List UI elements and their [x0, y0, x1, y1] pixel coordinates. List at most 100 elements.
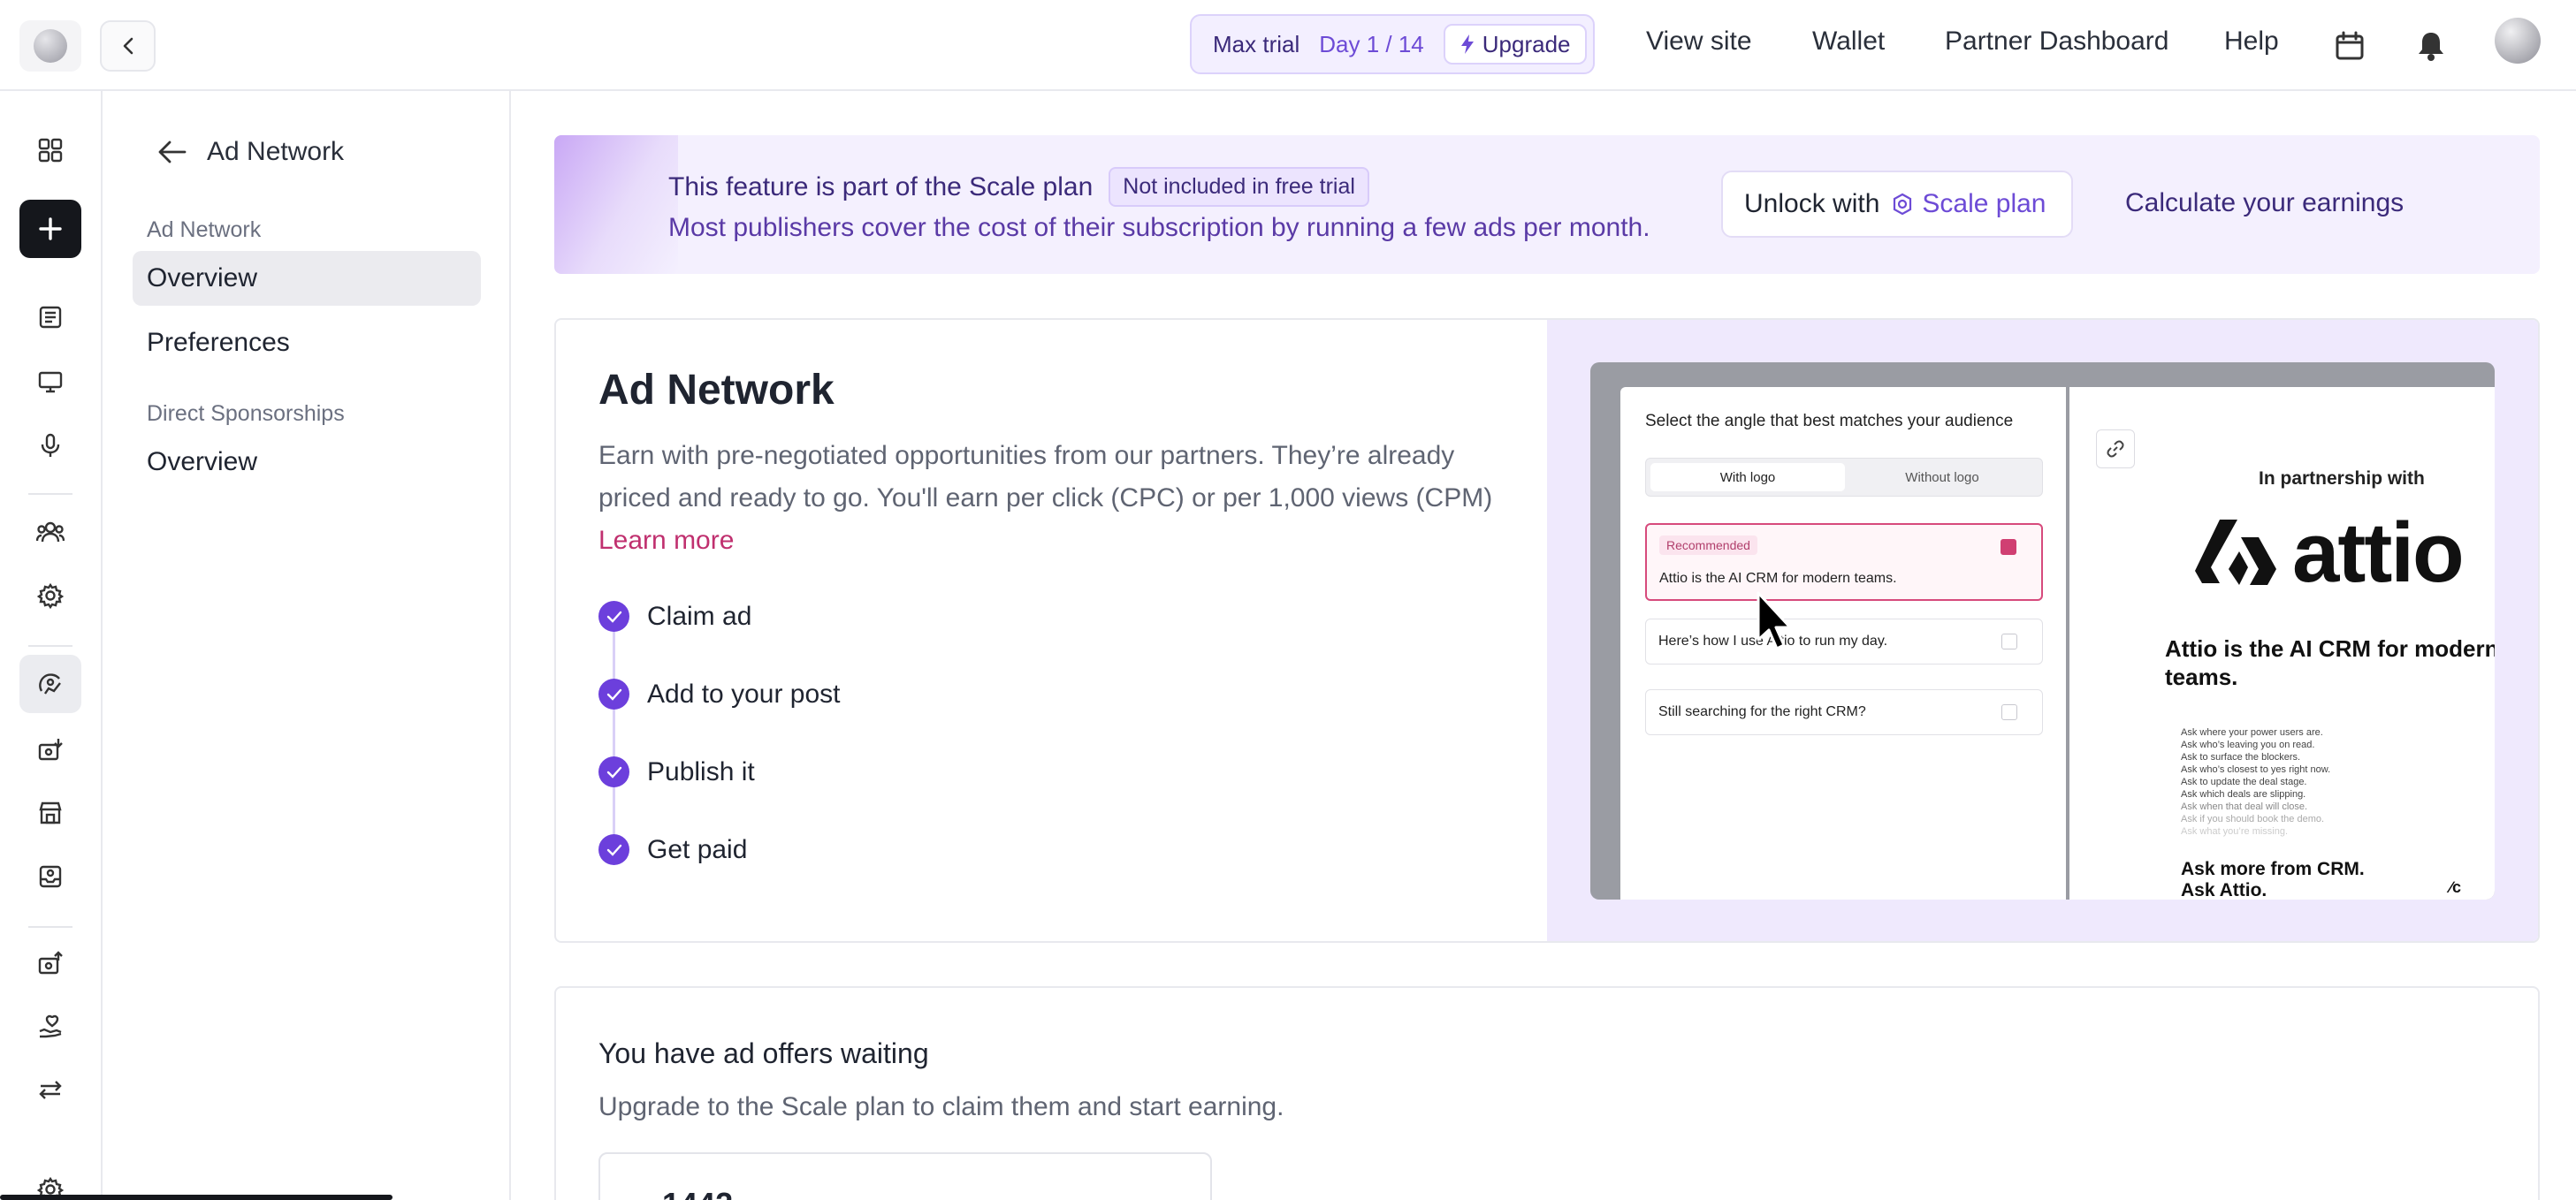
- create-plus-button[interactable]: [19, 200, 81, 258]
- offers-count-card[interactable]: 1442: [598, 1152, 1212, 1200]
- banner-gradient: [554, 135, 678, 274]
- workspace-logo[interactable]: [19, 20, 81, 72]
- sidebar-item-label: Preferences: [147, 328, 290, 357]
- bell-icon[interactable]: [2412, 27, 2450, 65]
- step-label: Get paid: [647, 834, 748, 864]
- heart-hand-icon[interactable]: [19, 998, 81, 1056]
- preview-body-line: Ask who’s leaving you on read.: [2181, 740, 2315, 750]
- ad-network-card: Ad Network Earn with pre-negotiated oppo…: [554, 318, 2540, 943]
- horizontal-scrollbar[interactable]: [0, 1195, 392, 1200]
- ad-network-icon[interactable]: [19, 655, 81, 713]
- inbox-icon[interactable]: [19, 847, 81, 906]
- banner-subtitle: Most publishers cover the cost of their …: [668, 213, 1650, 242]
- preview-option-text: Still searching for the right CRM?: [1658, 704, 1866, 719]
- dashboard-grid-icon[interactable]: [19, 121, 81, 179]
- chevron-left-icon: [123, 37, 133, 55]
- steps-connector: [613, 617, 615, 852]
- step-claim-ad: Claim ad: [598, 601, 751, 632]
- step-publish: Publish it: [598, 756, 755, 787]
- step-label: Claim ad: [647, 601, 752, 631]
- rail-divider: [28, 926, 72, 928]
- preview-tab-with-logo: With logo: [1650, 463, 1845, 491]
- trial-status: Max trial Day 1 / 14 Upgrade: [1190, 14, 1595, 74]
- preview-body-line: Ask if you should book the demo.: [2181, 814, 2325, 824]
- offers-count: 1442: [662, 1186, 733, 1200]
- preview-headline: Attio is the AI CRM for modern teams.: [2165, 635, 2495, 690]
- check-icon: [598, 756, 629, 787]
- step-add-to-post: Add to your post: [598, 679, 840, 710]
- nav-help[interactable]: Help: [2224, 27, 2279, 57]
- plus-icon: [39, 217, 62, 240]
- preview-body-line: Ask when that deal will close.: [2181, 801, 2308, 812]
- attio-mark-icon: [2195, 520, 2276, 585]
- preview-checkbox-checked: [2001, 539, 2016, 555]
- monitor-icon[interactable]: [19, 353, 81, 411]
- sidebar-item-label: Overview: [147, 447, 258, 476]
- preview-body-line: Ask to update the deal stage.: [2181, 777, 2307, 787]
- back-to-ad-network[interactable]: Ad Network: [157, 137, 344, 167]
- scale-plan-banner: This feature is part of the Scale plan N…: [554, 135, 2540, 274]
- scale-plan-link: Scale plan: [1890, 189, 2046, 219]
- step-label: Publish it: [647, 756, 755, 786]
- offers-title: You have ad offers waiting: [598, 1037, 929, 1069]
- preview-logo-toggle: With logo Without logo: [1645, 458, 2043, 497]
- check-icon: [598, 834, 629, 865]
- sidebar-item-label: Overview: [147, 263, 258, 292]
- preview-checkbox: [2001, 634, 2017, 649]
- posts-icon[interactable]: [19, 288, 81, 346]
- plan-label: Scale plan: [1922, 189, 2046, 218]
- lightning-icon: [1460, 34, 1474, 54]
- trial-label: Max trial: [1213, 30, 1300, 57]
- nav-partner-dashboard[interactable]: Partner Dashboard: [1945, 27, 2168, 57]
- preview-body-line: Ask which deals are slipping.: [2181, 789, 2306, 800]
- preview-option-text: Attio is the AI CRM for modern teams.: [1659, 571, 1897, 586]
- preview-ask-line: Ask more from CRM.: [2181, 859, 2365, 879]
- learn-more-link[interactable]: Learn more: [598, 526, 734, 555]
- gear-icon[interactable]: [19, 566, 81, 625]
- preview-ask-text: Ask more from CRM. Ask Attio.: [2181, 859, 2365, 900]
- rail-divider: [28, 493, 72, 495]
- preview-ad-render: In partnership with attio Attio is the A…: [2069, 387, 2495, 900]
- calculate-earnings-link[interactable]: Calculate your earnings: [2125, 188, 2404, 218]
- nav-view-site[interactable]: View site: [1646, 27, 1752, 57]
- preview-partner-label: In partnership with: [2259, 468, 2425, 489]
- user-avatar[interactable]: [2495, 18, 2541, 64]
- sidebar-section-direct-sponsorships: Direct Sponsorships: [147, 401, 345, 426]
- attio-wordmark: attio: [2292, 505, 2465, 600]
- card-title: Ad Network: [598, 367, 835, 414]
- card-description-text: Earn with pre-negotiated opportunities f…: [598, 441, 1493, 513]
- sidebar-item-overview[interactable]: Overview: [133, 251, 481, 306]
- not-included-badge: Not included in free trial: [1109, 167, 1369, 207]
- preview-question: Select the angle that best matches your …: [1645, 412, 2014, 430]
- preview-body-line: Ask where your power users are.: [2181, 727, 2323, 738]
- banner-title-text: This feature is part of the Scale plan: [668, 171, 1094, 201]
- unlock-label: Unlock with: [1744, 189, 1880, 218]
- download-icon[interactable]: [19, 720, 81, 778]
- preview-option: Still searching for the right CRM?: [1645, 689, 2043, 735]
- upgrade-button[interactable]: Upgrade: [1443, 24, 1587, 65]
- attio-small-logo: ∕c: [2450, 878, 2462, 896]
- check-icon: [598, 601, 629, 632]
- step-label: Add to your post: [647, 679, 841, 709]
- rail-divider: [28, 645, 72, 647]
- preview-body-lines: Ask where your power users are. Ask who’…: [2181, 726, 2330, 838]
- attio-logo: attio: [2193, 505, 2465, 600]
- calendar-icon[interactable]: [2330, 27, 2369, 65]
- collapse-sidebar-button[interactable]: [100, 20, 156, 72]
- sidebar-item-preferences[interactable]: Preferences: [133, 315, 481, 370]
- back-arrow-icon: [158, 141, 187, 163]
- microphone-icon[interactable]: [19, 416, 81, 475]
- store-icon[interactable]: [19, 784, 81, 842]
- top-bar: Max trial Day 1 / 14 Upgrade View site W…: [0, 0, 2576, 91]
- ad-offers-card: You have ad offers waiting Upgrade to th…: [554, 986, 2540, 1200]
- unlock-scale-plan-button[interactable]: Unlock with Scale plan: [1721, 171, 2073, 238]
- people-icon[interactable]: [19, 503, 81, 561]
- swap-icon[interactable]: [19, 1060, 81, 1119]
- preview-tab-without-logo: Without logo: [1905, 469, 1979, 485]
- check-icon: [598, 679, 629, 710]
- upload-icon[interactable]: [19, 934, 81, 992]
- nav-wallet[interactable]: Wallet: [1812, 27, 1885, 57]
- step-get-paid: Get paid: [598, 834, 747, 865]
- sidebar-item-sponsorships-overview[interactable]: Overview: [133, 435, 481, 490]
- preview-ask-line: Ask Attio.: [2181, 880, 2267, 900]
